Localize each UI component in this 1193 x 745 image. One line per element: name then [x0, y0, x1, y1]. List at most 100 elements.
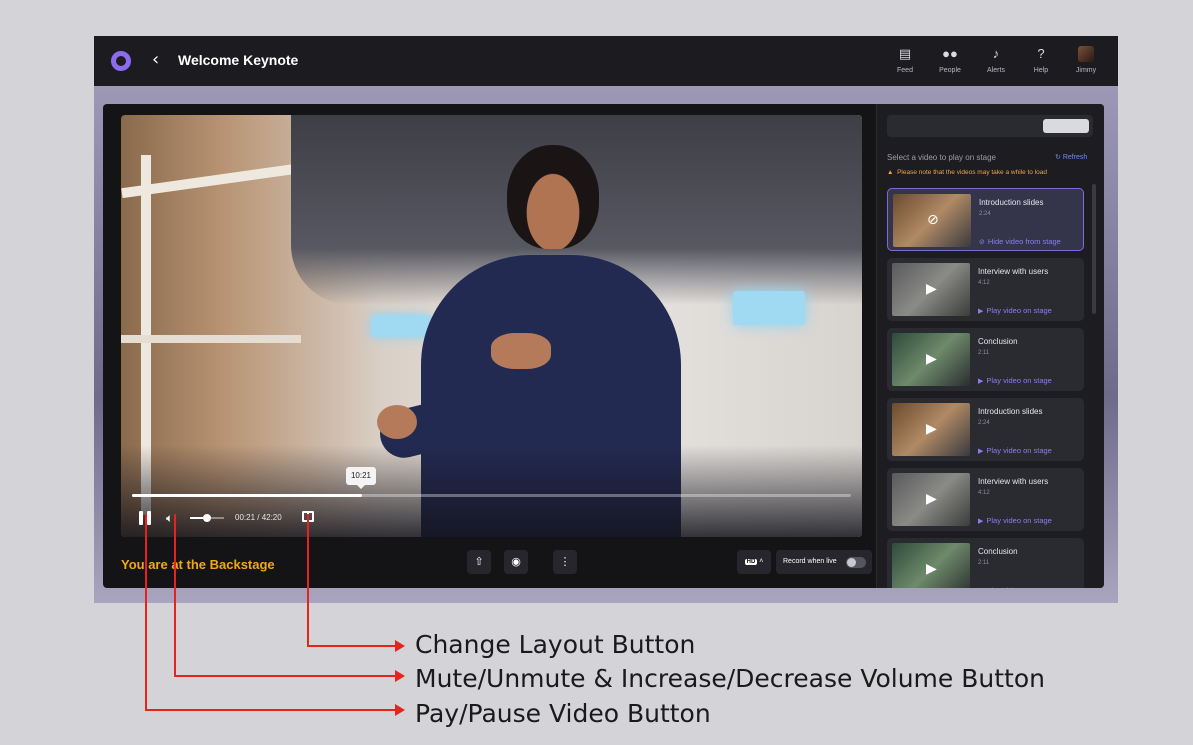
speaker-figure: [491, 333, 551, 369]
video-card[interactable]: ▶Conclusion2:11▶Play video on stage: [887, 328, 1084, 391]
video-action-label: Play video on stage: [986, 306, 1052, 315]
select-hint: Select a video to play on stage: [887, 153, 996, 162]
avatar: [1078, 46, 1094, 62]
refresh-button[interactable]: ↻ Refresh: [1055, 153, 1087, 161]
nav-help[interactable]: ? Help: [1021, 46, 1061, 74]
annotation-line: [307, 645, 397, 647]
stage-panel: 10:21 🔈︎ 00:21 / 42:20 You are at the Ba…: [103, 104, 1104, 588]
video-card[interactable]: ▶ Introduction slides 2:24 ▶ Play video on s…: [887, 398, 1084, 461]
annotation-layout-label: Change Layout Button: [415, 630, 696, 659]
video-card[interactable]: ▶ Interview with users 4:12 ▶ Play video on …: [887, 258, 1084, 321]
annotation-arrow: [395, 670, 405, 682]
refresh-label: Refresh: [1062, 154, 1088, 161]
nav-feed[interactable]: ▤ Feed: [885, 46, 925, 74]
hidden-eye-icon: ⊘: [927, 212, 939, 228]
video-card[interactable]: ▶Conclusion2:11▶Play video on stage: [887, 538, 1084, 588]
preview-button[interactable]: ◉: [504, 550, 528, 574]
video-thumbnail: ▶: [892, 543, 970, 588]
time-readout: 00:21 / 42:20: [235, 513, 282, 522]
play-video-button[interactable]: ▶Play video on stage: [978, 446, 1052, 455]
hide-video-button[interactable]: ⊘ Hide video from stage: [979, 237, 1061, 246]
video-card[interactable]: ⊘ Introduction slides 2:24 ⊘ Hide video from…: [887, 188, 1084, 251]
tab-videos[interactable]: [1043, 119, 1089, 133]
hide-icon: ⊘: [979, 238, 985, 246]
video-title: Conclusion: [978, 337, 1018, 346]
play-video-button[interactable]: ▶Play video on stage: [978, 586, 1052, 588]
logo[interactable]: [111, 51, 131, 71]
play-video-button[interactable]: ▶Play video on stage: [978, 306, 1052, 315]
video-thumbnail: ▶: [892, 333, 970, 386]
video-scene: [371, 315, 431, 337]
video-thumbnail: ▶: [892, 473, 970, 526]
video-card[interactable]: ▶ Interview with users 4:12 ▶ Play video on …: [887, 468, 1084, 531]
tab-1[interactable]: [893, 119, 933, 133]
speaker-figure: [377, 405, 417, 439]
video-duration: 2:24: [979, 211, 991, 217]
share-screen-button[interactable]: ⇧: [467, 550, 491, 574]
video-action-label: Play video on stage: [986, 446, 1052, 455]
more-vertical-icon: ⋮: [559, 555, 571, 568]
play-icon: ▶: [978, 307, 984, 315]
play-icon: ▶: [926, 351, 937, 367]
nav-alerts[interactable]: ♪ Alerts: [976, 46, 1016, 74]
record-when-live: Record when live: [776, 550, 872, 574]
video-title: Conclusion: [978, 547, 1018, 556]
help-icon: ?: [1037, 46, 1045, 61]
nav-help-label: Help: [1033, 67, 1049, 74]
nav-alerts-label: Alerts: [987, 67, 1005, 74]
back-arrow-icon[interactable]: ‹: [152, 50, 159, 70]
pause-icon: [139, 511, 143, 525]
nav-feed-label: Feed: [897, 67, 913, 74]
pause-icon: [147, 511, 151, 525]
chevron-up-icon: ˄: [759, 558, 764, 565]
volume-knob[interactable]: [203, 514, 211, 522]
video-sidebar: Select a video to play on stage ↻ Refres…: [876, 104, 1104, 588]
annotation-line: [174, 514, 176, 676]
record-toggle[interactable]: [846, 557, 866, 568]
hd-badge: HD: [744, 559, 758, 565]
load-warning: ▲ Please note that the videos may take a…: [887, 169, 1047, 176]
annotation-arrow: [395, 704, 405, 716]
annotation-play-pause-label: Pay/Pause Video Button: [415, 699, 711, 728]
nav-people[interactable]: ●● People: [930, 46, 970, 74]
volume-slider[interactable]: [190, 514, 224, 522]
nav-people-label: People: [939, 67, 961, 74]
play-icon: ▶: [978, 377, 984, 385]
sidebar-scrollbar[interactable]: [1092, 184, 1096, 314]
annotation-volume-label: Mute/Unmute & Increase/Decrease Volume B…: [415, 664, 1045, 693]
annotation-arrow: [395, 640, 405, 652]
play-video-button[interactable]: ▶Play video on stage: [978, 376, 1052, 385]
video-thumbnail: ▶: [892, 263, 970, 316]
seek-bar-progress: [132, 494, 363, 497]
seek-bar[interactable]: [132, 494, 851, 497]
video-title: Introduction slides: [978, 407, 1043, 416]
video-title: Introduction slides: [979, 198, 1044, 207]
video-thumbnail: ⊘: [893, 194, 971, 247]
play-icon: ▶: [978, 447, 984, 455]
annotation-line: [174, 675, 397, 677]
more-options-button[interactable]: ⋮: [553, 550, 577, 574]
people-icon: ●●: [942, 46, 958, 61]
tab-2[interactable]: [943, 119, 983, 133]
video-action-label: Play video on stage: [986, 586, 1051, 588]
app-window: ‹ Welcome Keynote ▤ Feed ●● People ♪ Ale…: [94, 36, 1118, 603]
volume-icon[interactable]: 🔈︎: [166, 510, 173, 526]
video-thumbnail: ▶: [892, 403, 970, 456]
upload-icon: ⇧: [474, 555, 484, 568]
play-icon: ▶: [926, 491, 937, 507]
play-icon: ▶: [926, 421, 937, 437]
play-video-button[interactable]: ▶Play video on stage: [978, 516, 1052, 525]
page-title: Welcome Keynote: [178, 52, 299, 68]
tab-3[interactable]: [993, 119, 1037, 133]
quality-button[interactable]: HD ˄: [737, 550, 771, 574]
video-title: Interview with users: [978, 267, 1049, 276]
video-player[interactable]: 10:21 🔈︎ 00:21 / 42:20: [121, 115, 862, 537]
nav-profile-label: Jimmy: [1075, 67, 1097, 74]
annotation-line: [145, 514, 147, 710]
nav-profile[interactable]: Jimmy: [1066, 46, 1106, 74]
video-shade: [121, 445, 862, 537]
play-icon: ▶: [926, 281, 937, 297]
video-title: Interview with users: [978, 477, 1049, 486]
annotation-line: [307, 514, 309, 647]
video-duration: 4:12: [978, 280, 990, 286]
